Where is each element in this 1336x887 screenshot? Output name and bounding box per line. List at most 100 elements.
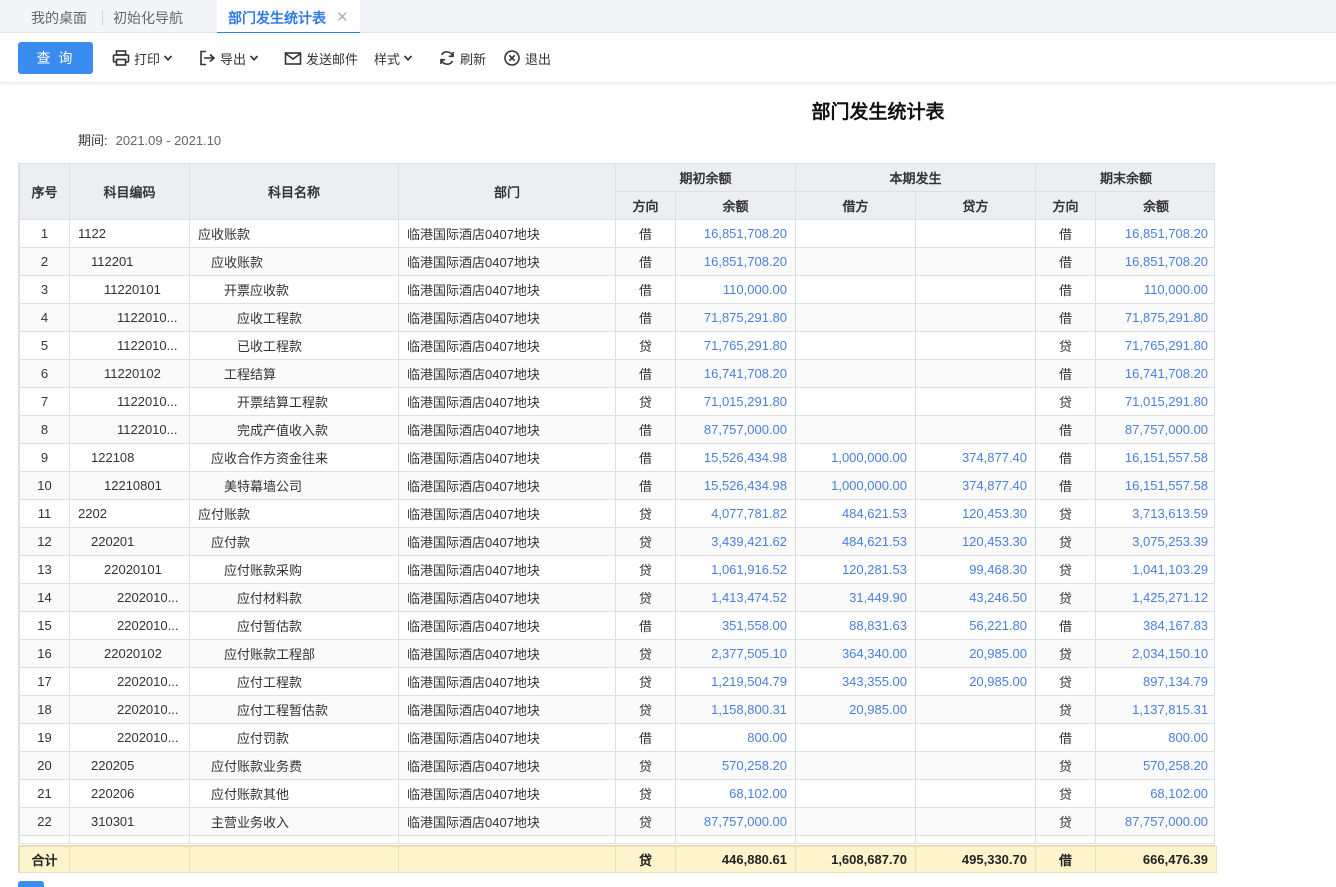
export-button[interactable]: 导出 <box>198 33 259 83</box>
style-dropdown[interactable]: 样式 <box>374 33 413 83</box>
cell-dept: 临港国际酒店0407地块 <box>398 331 616 360</box>
cell-opening-direction: 借 <box>615 471 676 500</box>
send-email-button[interactable]: 发送邮件 <box>284 33 358 83</box>
tab-my-desktop[interactable]: 我的桌面 <box>31 0 87 33</box>
cell-partial <box>189 835 399 844</box>
total-opening-direction: 贷 <box>615 846 676 873</box>
cell-name: 主营业务收入 <box>189 807 399 836</box>
cell-closing-direction: 借 <box>1035 723 1097 752</box>
cell-name: 应收工程款 <box>189 303 399 332</box>
cell-opening-direction: 贷 <box>615 807 676 836</box>
header-closing: 期末余额 <box>1035 163 1214 192</box>
cell-closing-balance: 3,075,253.39 <box>1095 527 1214 556</box>
table-row[interactable]: 3 11220101 开票应收款 临港国际酒店0407地块借 110,000.00 借 11… <box>19 275 1214 304</box>
exit-label: 退出 <box>525 51 552 67</box>
table-row[interactable]: 6 11220102 工程结算 临港国际酒店0407地块借 16,741,708.20 借… <box>19 359 1214 388</box>
cell-partial <box>915 835 1037 844</box>
chevron-down-icon <box>163 55 173 62</box>
refresh-button[interactable]: 刷新 <box>438 33 486 83</box>
cell-code: 220205 <box>69 751 190 780</box>
cell-seq: 14 <box>19 583 70 612</box>
cell-opening-balance: 570,258.20 <box>674 751 797 780</box>
table-row[interactable]: 9 122108 应收合作方资金往来 临港国际酒店0407地块借 15,526,434.… <box>19 443 1214 472</box>
table-row[interactable]: 10 12210801 美特幕墙公司 临港国际酒店0407地块借 15,526,434.… <box>19 471 1214 500</box>
cell-dept: 临港国际酒店0407地块 <box>398 471 616 500</box>
table-row[interactable]: 21 220206 应付账款其他 临港国际酒店0407地块贷 68,102.00 贷 68,… <box>19 779 1214 808</box>
cell-seq: 17 <box>19 667 70 696</box>
cell-code: 2202010... <box>69 723 190 752</box>
table-row[interactable]: 22 310301 主营业务收入 临港国际酒店0407地块贷 87,757,000.00… <box>19 807 1214 836</box>
cell-opening-direction: 借 <box>615 723 676 752</box>
header-credit: 贷方 <box>915 191 1037 220</box>
cell-opening-direction: 借 <box>615 443 676 472</box>
cell-name: 应付罚款 <box>189 723 399 752</box>
cell-closing-balance: 71,015,291.80 <box>1095 387 1214 416</box>
report-table: 序号 科目编码 科目名称 部门 期初余额 本期发生 期末余额 方向 余额 借方 … <box>18 163 1215 873</box>
cell-opening-direction: 贷 <box>615 499 676 528</box>
cell-debit: 364,340.00 <box>795 639 917 668</box>
table-row[interactable]: 8 1122010... 完成产值收入款 临港国际酒店0407地块借 87,757,00… <box>19 415 1214 444</box>
table-row[interactable]: 1 1122 应收账款 临港国际酒店0407地块借 16,851,708.20 借 16,8… <box>19 219 1214 248</box>
table-row[interactable]: 17 2202010... 应付工程款 临港国际酒店0407地块贷 1,219,504.… <box>19 667 1214 696</box>
cell-closing-balance: 71,875,291.80 <box>1095 303 1214 332</box>
cell-closing-balance: 3,713,613.59 <box>1095 499 1214 528</box>
exit-button[interactable]: 退出 <box>503 33 551 83</box>
header-current: 本期发生 <box>795 163 1037 192</box>
printer-icon <box>112 50 130 66</box>
cell-seq: 4 <box>19 303 70 332</box>
cell-seq: 1 <box>19 219 70 248</box>
cell-code: 112201 <box>69 247 190 276</box>
table-row[interactable]: 16 22020102 应付账款工程部 临港国际酒店0407地块贷 2,377,505.… <box>19 639 1214 668</box>
header-opening: 期初余额 <box>614 163 797 192</box>
cell-closing-direction: 贷 <box>1035 583 1097 612</box>
table-row[interactable]: 11 2202 应付账款 临港国际酒店0407地块贷 4,077,781.82 484,6… <box>19 499 1214 528</box>
cell-closing-direction: 借 <box>1035 247 1097 276</box>
total-label: 合计 <box>19 846 70 873</box>
table-row[interactable]: 7 1122010... 开票结算工程款 临港国际酒店0407地块贷 71,015,29… <box>19 387 1214 416</box>
cell-opening-balance: 16,851,708.20 <box>674 247 797 276</box>
cell-closing-direction: 贷 <box>1035 387 1097 416</box>
cell-closing-direction: 贷 <box>1035 527 1097 556</box>
cell-credit: 120,453.30 <box>915 527 1037 556</box>
table-row[interactable]: 5 1122010... 已收工程款 临港国际酒店0407地块贷 71,765,291.… <box>19 331 1214 360</box>
cell-name: 应收合作方资金往来 <box>189 443 399 472</box>
query-button[interactable]: 查 询 <box>18 42 93 74</box>
cell-closing-direction: 贷 <box>1035 331 1097 360</box>
tab-init-nav[interactable]: 初始化导航 <box>113 0 183 33</box>
table-row[interactable]: 13 22020101 应付账款采购 临港国际酒店0407地块贷 1,061,916.5… <box>19 555 1214 584</box>
table-row[interactable]: 15 2202010... 应付暂估款 临港国际酒店0407地块借 351,558.00… <box>19 611 1214 640</box>
table-row[interactable]: 19 2202010... 应付罚款 临港国际酒店0407地块借 800.00 借 800.… <box>19 723 1214 752</box>
refresh-icon <box>440 51 454 65</box>
cell-closing-balance: 16,151,557.58 <box>1095 471 1214 500</box>
cell-opening-balance: 15,526,434.98 <box>674 471 797 500</box>
cell-closing-direction: 借 <box>1035 415 1097 444</box>
cell-opening-direction: 贷 <box>615 667 676 696</box>
cell-opening-direction: 贷 <box>615 695 676 724</box>
cell-debit <box>795 303 917 332</box>
header-code: 科目编码 <box>69 163 190 220</box>
table-row[interactable]: 20 220205 应付账款业务费 临港国际酒店0407地块贷 570,258.20 贷 5… <box>19 751 1214 780</box>
table-row[interactable]: 18 2202010... 应付工程暂估款 临港国际酒店0407地块贷 1,158,80… <box>19 695 1214 724</box>
cell-dept: 临港国际酒店0407地块 <box>398 611 616 640</box>
cell-partial <box>674 835 797 844</box>
cell-credit <box>915 387 1037 416</box>
scroll-indicator[interactable] <box>18 881 44 887</box>
cell-opening-direction: 贷 <box>615 639 676 668</box>
cell-seq: 20 <box>19 751 70 780</box>
close-icon[interactable]: ✕ <box>336 0 349 36</box>
print-button[interactable]: 打印 <box>112 33 173 83</box>
cell-name: 美特幕墙公司 <box>189 471 399 500</box>
table-row[interactable]: 12 220201 应付款 临港国际酒店0407地块贷 3,439,421.62 484,… <box>19 527 1214 556</box>
cell-name: 应付账款采购 <box>189 555 399 584</box>
header-seq: 序号 <box>19 163 70 220</box>
cell-debit: 20,985.00 <box>795 695 917 724</box>
cell-partial <box>1095 835 1214 844</box>
cell-code: 12210801 <box>69 471 190 500</box>
table-row[interactable]: 4 1122010... 应收工程款 临港国际酒店0407地块借 71,875,291.… <box>19 303 1214 332</box>
table-row[interactable]: 14 2202010... 应付材料款 临港国际酒店0407地块贷 1,413,474.… <box>19 583 1214 612</box>
cell-dept: 临港国际酒店0407地块 <box>398 499 616 528</box>
cell-seq: 2 <box>19 247 70 276</box>
tab-dept-report[interactable]: 部门发生统计表 ✕ <box>217 0 360 34</box>
table-row[interactable]: 2 112201 应收账款 临港国际酒店0407地块借 16,851,708.20 借 16… <box>19 247 1214 276</box>
cell-opening-direction: 借 <box>615 359 676 388</box>
